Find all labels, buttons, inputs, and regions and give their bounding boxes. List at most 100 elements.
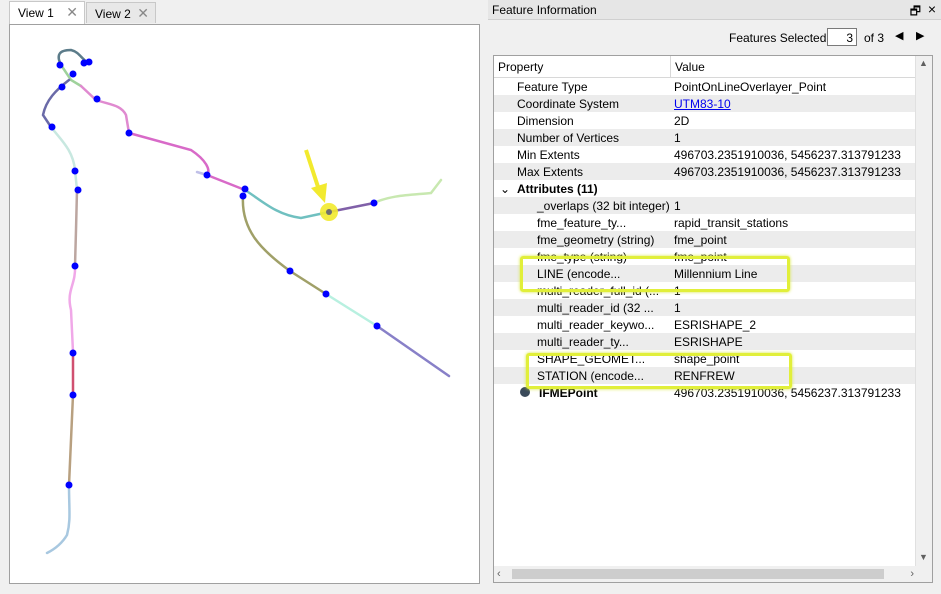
- table-row[interactable]: multi_reader_ty... ESRISHAPE: [494, 333, 917, 350]
- attributes-group-row[interactable]: ⌄ Attributes (11): [494, 180, 917, 197]
- station-point[interactable]: [69, 349, 77, 357]
- features-total-label: of 3: [864, 31, 885, 45]
- scroll-right-icon[interactable]: ›: [910, 568, 914, 580]
- station-point[interactable]: [203, 171, 211, 179]
- map-canvas[interactable]: [10, 25, 479, 583]
- property-cell: Coordinate System: [517, 97, 620, 111]
- property-cell: Min Extents: [517, 148, 580, 162]
- table-row[interactable]: Feature Type PointOnLineOverlayer_Point: [494, 78, 917, 95]
- property-cell: multi_reader_id (32 ...: [537, 301, 654, 315]
- previous-feature-button[interactable]: ◀: [895, 29, 903, 42]
- table-row[interactable]: Max Extents 496703.2351910036, 5456237.31…: [494, 163, 917, 180]
- station-point[interactable]: [239, 192, 247, 200]
- scroll-down-icon[interactable]: ▼: [919, 552, 928, 562]
- column-header-property[interactable]: Property: [494, 56, 671, 78]
- station-point[interactable]: [69, 70, 77, 78]
- coordinate-system-link[interactable]: UTM83-10: [674, 97, 731, 111]
- transit-line: [49, 125, 79, 192]
- transit-line: [45, 483, 71, 555]
- property-cell: Dimension: [517, 114, 574, 128]
- table-row[interactable]: multi_reader_keywo... ESRISHAPE_2: [494, 316, 917, 333]
- station-point[interactable]: [69, 391, 77, 399]
- tab-view-1[interactable]: View 1 ✕: [9, 1, 85, 24]
- features-selected-label: Features Selected:: [729, 31, 830, 45]
- table-row[interactable]: fme_geometry (string) fme_point: [494, 231, 917, 248]
- property-cell: fme_geometry (string): [537, 233, 655, 247]
- tab-label: View 1: [18, 6, 54, 20]
- property-cell: fme_feature_ty...: [537, 216, 627, 230]
- transit-line: [372, 178, 443, 205]
- value-cell: ESRISHAPE: [674, 335, 743, 349]
- transit-line: [73, 188, 79, 268]
- line-highlight-box: [520, 256, 790, 292]
- panel-title-bar: Feature Information 🗗 ×: [488, 0, 941, 20]
- panel-title: Feature Information: [492, 3, 597, 17]
- transit-line: [127, 131, 247, 192]
- table-row[interactable]: multi_reader_id (32 ... 1: [494, 299, 917, 316]
- station-point[interactable]: [322, 290, 330, 298]
- transit-line: [324, 292, 379, 328]
- horizontal-scrollbar[interactable]: ‹ ›: [494, 566, 917, 582]
- station-point[interactable]: [241, 185, 249, 193]
- arrow-icon: [304, 149, 321, 191]
- table-row[interactable]: _overlaps (32 bit integer) 1: [494, 197, 917, 214]
- station-point[interactable]: [373, 322, 381, 330]
- value-cell: 2D: [674, 114, 690, 128]
- station-point[interactable]: [286, 267, 294, 275]
- property-cell: Attributes (11): [517, 182, 598, 196]
- selected-station[interactable]: [326, 209, 332, 215]
- transit-line: [375, 324, 451, 378]
- station-point[interactable]: [48, 123, 56, 131]
- transit-line: [68, 264, 77, 354]
- transit-line: [241, 194, 328, 296]
- close-icon[interactable]: ×: [928, 1, 936, 17]
- arrow-head-icon: [311, 183, 327, 203]
- table-row[interactable]: Number of Vertices 1: [494, 129, 917, 146]
- station-point[interactable]: [56, 61, 64, 69]
- table-row[interactable]: Min Extents 496703.2351910036, 5456237.31…: [494, 146, 917, 163]
- value-cell: 1: [674, 199, 681, 213]
- station-point[interactable]: [85, 58, 93, 66]
- transit-line: [67, 393, 75, 487]
- view-tab-bar: View 1 ✕ View 2 ✕: [0, 0, 482, 24]
- tab-view-2[interactable]: View 2 ✕: [86, 2, 156, 23]
- column-header-value[interactable]: Value: [671, 56, 917, 78]
- table-row[interactable]: Coordinate System UTM83-10: [494, 95, 917, 112]
- property-cell: Max Extents: [517, 165, 584, 179]
- station-point[interactable]: [65, 481, 73, 489]
- station-point[interactable]: [74, 186, 82, 194]
- station-point[interactable]: [71, 167, 79, 175]
- transit-line: [243, 188, 331, 220]
- scroll-up-icon[interactable]: ▲: [919, 58, 928, 68]
- value-cell: 1: [674, 301, 681, 315]
- tab-label: View 2: [95, 7, 131, 21]
- vertical-scrollbar[interactable]: ▲ ▼: [915, 56, 932, 582]
- close-icon[interactable]: ✕: [137, 5, 149, 22]
- station-point[interactable]: [125, 129, 133, 137]
- property-cell: Number of Vertices: [517, 131, 620, 145]
- property-cell: multi_reader_ty...: [537, 335, 629, 349]
- value-cell: 1: [674, 131, 681, 145]
- station-highlight-box: [526, 353, 792, 389]
- feature-info-table: Property Value Feature Type PointOnLineOv…: [493, 55, 933, 583]
- station-point[interactable]: [58, 83, 66, 91]
- features-selected-input[interactable]: 3: [827, 28, 857, 46]
- close-icon[interactable]: ✕: [66, 4, 78, 21]
- value-cell: rapid_transit_stations: [674, 216, 789, 230]
- next-feature-button[interactable]: ▶: [916, 29, 924, 42]
- value-cell: 496703.2351910036, 5456237.313791233: [674, 148, 901, 162]
- scroll-thumb[interactable]: [512, 569, 884, 579]
- station-point[interactable]: [370, 199, 378, 207]
- restore-icon[interactable]: 🗗: [910, 2, 921, 23]
- property-cell: multi_reader_keywo...: [537, 318, 655, 332]
- station-point[interactable]: [93, 95, 101, 103]
- table-row[interactable]: fme_feature_ty... rapid_transit_stations: [494, 214, 917, 231]
- expand-chevron-icon[interactable]: ⌄: [500, 182, 510, 196]
- value-cell: ESRISHAPE_2: [674, 318, 757, 332]
- value-cell: fme_point: [674, 233, 727, 247]
- table-row[interactable]: Dimension 2D: [494, 112, 917, 129]
- property-cell: _overlaps (32 bit integer): [537, 199, 670, 213]
- station-point[interactable]: [71, 262, 79, 270]
- scroll-left-icon[interactable]: ‹: [497, 568, 501, 580]
- map-view[interactable]: [9, 24, 480, 584]
